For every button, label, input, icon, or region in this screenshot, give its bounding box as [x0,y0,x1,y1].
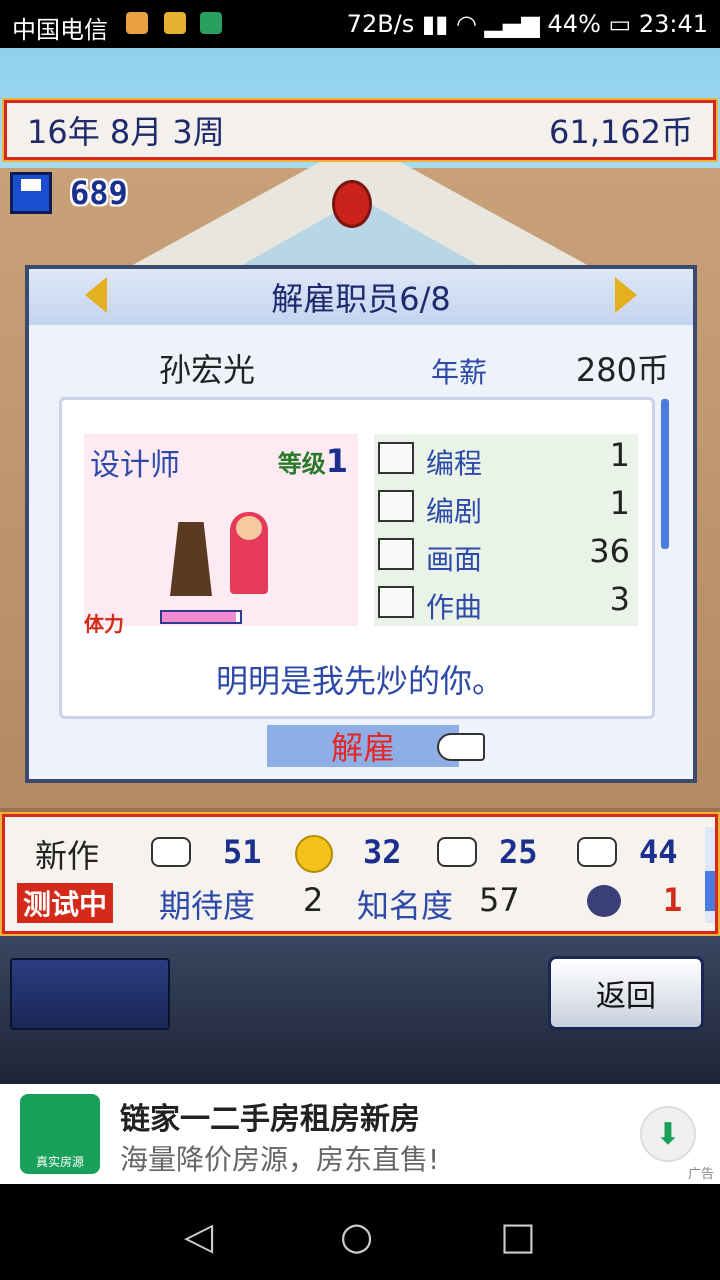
computer-icon [378,442,414,474]
stat-value: 3 [609,580,630,618]
easel-icon [170,522,212,596]
stat-sound: 作曲 3 [374,580,638,628]
money: 61,162币 [549,113,693,151]
stat-scenario: 编剧 1 [374,484,638,532]
save-indicator[interactable]: 689 [10,172,128,214]
fun-value: 51 [223,833,262,871]
stamina-bar [160,610,242,624]
signal-icon: ▮▮ ◠ ▂▄▆ [421,10,548,38]
originality-value: 32 [363,833,402,871]
stat-label: 画面 [426,543,483,576]
dialog-header: 解雇职员6/8 [29,269,693,325]
trumpet-icon [577,837,617,867]
game-date: 16年 8月 3周 [27,113,225,151]
home-nav-icon[interactable]: ○ [340,1214,373,1258]
pointing-hand-icon [437,733,485,761]
stat-value: 36 [589,532,630,570]
fire-staff-dialog: 解雇职员6/8 孙宏光 年薪 280币 设计师 等级1 体力 编程 1 编剧 1… [25,265,697,783]
game-screen: 16年 8月 3周 61,162币 689 解雇职员6/8 孙宏光 年薪 280… [0,48,720,1084]
scroll-thumb[interactable] [705,871,715,911]
download-icon[interactable]: ⬇ [640,1106,696,1162]
staff-card: 设计师 等级1 体力 编程 1 编剧 1 画面 36 作曲 3 明明是我先炒的你… [59,397,655,719]
stat-value: 1 [609,484,630,522]
ad-tag: 广告 [687,1167,714,1182]
level-badge: 等级1 [278,442,348,480]
network-speed: 72B/s [346,10,415,38]
salary-value: 280币 [575,351,669,389]
role-panel: 设计师 等级1 体力 [84,434,358,636]
lantern-icon [332,180,372,228]
nav-bar: ◁ ○ □ [0,1184,720,1280]
staff-role: 设计师 [90,448,180,483]
fame-label: 知名度 [357,887,454,925]
clock: 23:41 [638,10,708,38]
ad-title: 链家一二手房租房新房 [120,1102,420,1137]
stat-label: 编程 [426,447,483,480]
palette-icon [437,837,477,867]
stat-label: 编剧 [426,495,483,528]
level-label: 等级 [277,450,326,478]
carrier-label: 中国电信 [12,16,108,44]
status-right: 72B/s ▮▮ ◠ ▂▄▆ 44% ▭ 23:41 [347,10,708,38]
new-work-label: 新作 [35,837,100,875]
skill-stats: 编程 1 编剧 1 画面 36 作曲 3 [374,434,638,626]
stat-programming: 编程 1 [374,436,638,484]
logo-text: 真实房源 [35,1155,84,1169]
dialog-title: 解雇职员6/8 [271,280,451,318]
gamepad-icon [151,837,191,867]
next-staff-arrow-icon[interactable] [615,277,637,313]
app-notification-icon [126,12,148,34]
save-count: 689 [70,174,128,212]
stat-label: 作曲 [426,591,483,624]
empty-slot [10,958,170,1030]
battery-level: 44% [547,10,601,38]
stat-graphics: 画面 36 [374,532,638,580]
fame-value: 57 [479,881,520,919]
info-scrollbar[interactable] [705,827,715,923]
book-icon [378,490,414,522]
ad-subtitle: 海量降价房源，房东直售! [120,1143,440,1176]
game-info-bar: 新作 51 32 25 44 测试中 期待度 2 知名度 57 1 [0,812,720,936]
sound-value: 44 [639,833,678,871]
status-bar: 中国电信 72B/s ▮▮ ◠ ▂▄▆ 44% ▭ 23:41 [0,0,720,48]
house-logo-icon: 真实房源 [20,1094,100,1174]
back-nav-icon[interactable]: ◁ [184,1214,213,1258]
staff-quote: 明明是我先炒的你。 [215,662,504,700]
coin-icon [295,835,333,873]
ad-banner[interactable]: 真实房源 链家一二手房租房新房 海量降价房源，房东直售! ⬇ 广告 [0,1084,720,1184]
palette-icon [378,538,414,570]
bug-count: 1 [663,881,683,919]
bottom-panel: 返回 [0,936,720,1084]
graphics-value: 25 [499,833,538,871]
expectation-label: 期待度 [159,887,256,925]
testing-status: 测试中 [17,883,114,923]
lock-app-icon [164,12,186,34]
prev-staff-arrow-icon[interactable] [85,277,107,313]
salary-label: 年薪 [431,356,488,389]
recents-nav-icon[interactable]: □ [500,1214,536,1258]
staff-name: 孙宏光 [159,351,256,389]
stamina-label: 体力 [84,612,124,636]
battery-icon: ▭ [608,10,639,38]
designer-sprite [170,512,270,596]
fire-button[interactable]: 解雇 [267,725,459,767]
save-disk-icon[interactable] [10,172,52,214]
back-button[interactable]: 返回 [548,956,704,1030]
grid-app-icon [200,12,222,34]
stat-value: 1 [609,436,630,474]
bug-icon [587,885,621,917]
level-value: 1 [325,442,348,480]
expectation-value: 2 [303,881,324,919]
top-bar: 16年 8月 3周 61,162币 [2,98,718,162]
trumpet-icon [378,586,414,618]
staff-avatar [230,512,268,594]
dialog-scrollbar[interactable] [661,399,669,549]
